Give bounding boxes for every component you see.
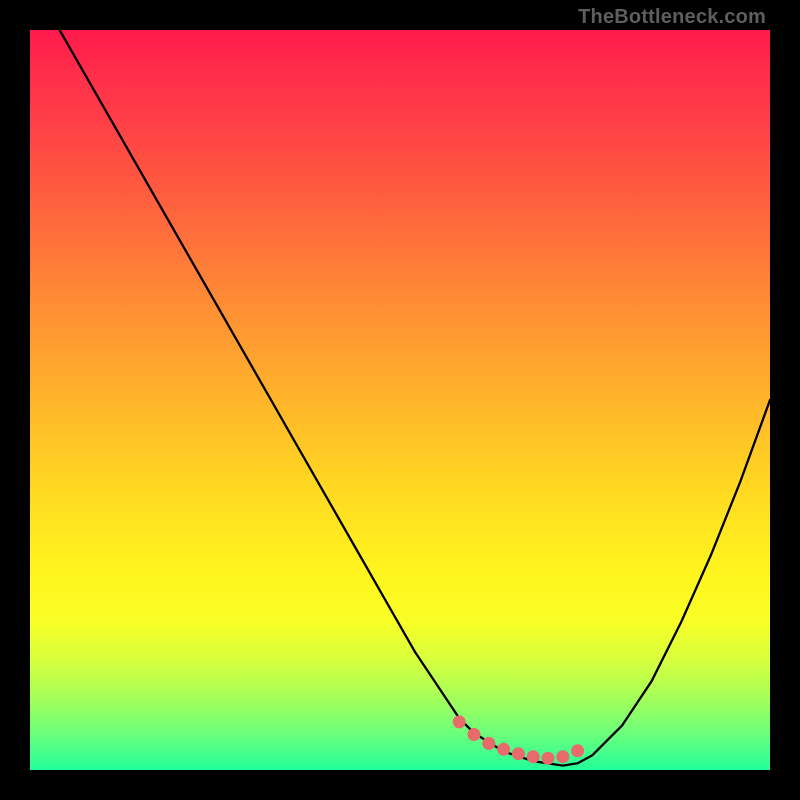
curve-svg — [30, 30, 770, 770]
curve-marker — [542, 752, 555, 765]
curve-marker — [497, 743, 510, 756]
curve-marker — [512, 747, 525, 760]
curve-marker — [468, 728, 481, 741]
curve-marker — [527, 750, 540, 763]
plot-area — [30, 30, 770, 770]
curve-marker — [453, 715, 466, 728]
bottleneck-curve — [60, 30, 770, 766]
curve-marker — [571, 744, 584, 757]
curve-marker — [556, 750, 569, 763]
attribution-label: TheBottleneck.com — [578, 6, 766, 29]
chart-container: TheBottleneck.com — [0, 0, 800, 800]
marker-group — [453, 715, 584, 764]
curve-marker — [482, 737, 495, 750]
